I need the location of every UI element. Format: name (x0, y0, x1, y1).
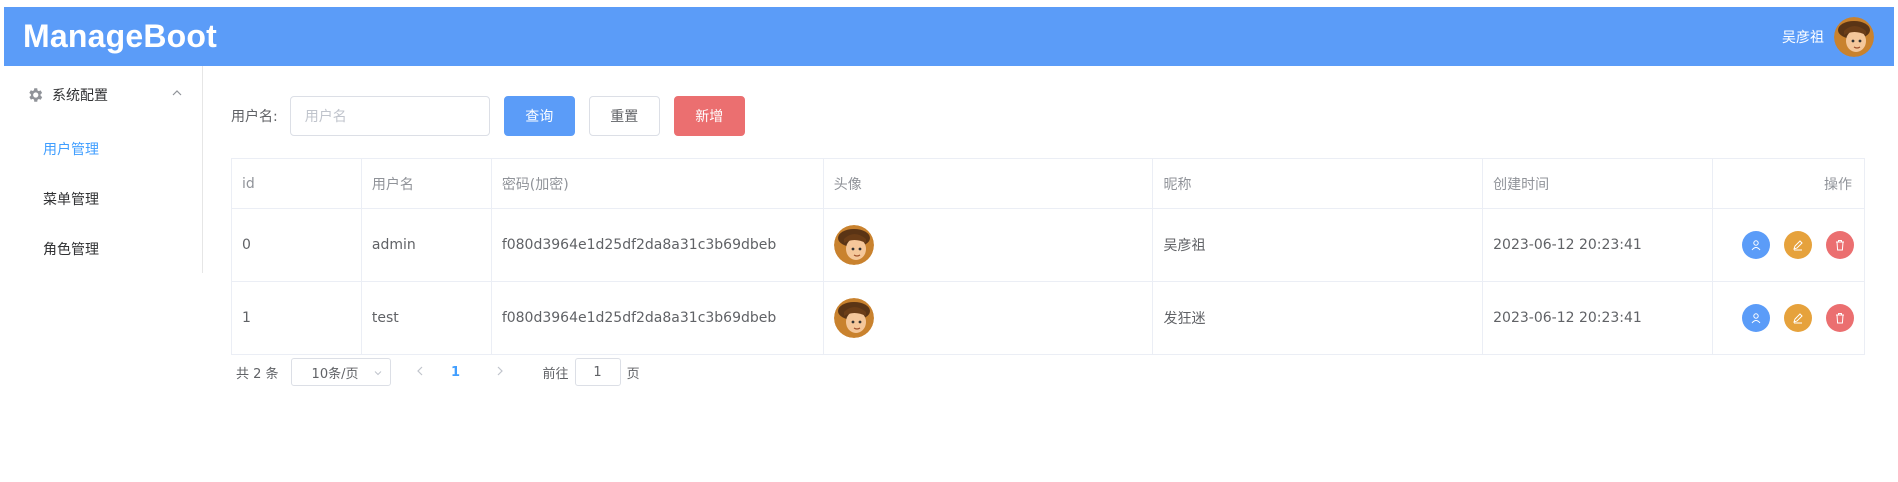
cell-username: test (360, 281, 492, 355)
page-number-current[interactable]: 1 (441, 365, 471, 380)
add-button[interactable]: 新增 (673, 96, 745, 136)
query-button[interactable]: 查询 (503, 96, 575, 136)
view-user-button[interactable] (1742, 304, 1770, 332)
pagination-total: 共 2 条 (236, 366, 279, 382)
column-header-created[interactable]: 创建时间 (1482, 158, 1713, 209)
main-content: 用户名: 用户名 查询 重置 新增 id 用户名 密码(加密) 头像 昵称 创建… (203, 66, 1894, 477)
row-avatar-image (833, 298, 874, 338)
sidebar-group-system-config[interactable]: 系统配置 (4, 66, 202, 124)
username-search-input[interactable]: 用户名 (289, 96, 490, 136)
chevron-left-icon (416, 366, 422, 375)
search-bar: 用户名: 用户名 查询 重置 新增 (231, 96, 1866, 136)
cell-password: f080d3964e1d25df2da8a31c3b69dbeb (490, 208, 824, 282)
sidebar-group-label: 系统配置 (52, 88, 108, 104)
username-label: 用户名: (231, 109, 278, 125)
user-icon (1751, 313, 1761, 324)
gear-icon (29, 88, 43, 102)
cell-password: f080d3964e1d25df2da8a31c3b69dbeb (490, 281, 824, 355)
cell-avatar (822, 281, 1154, 355)
row-avatar-image (833, 225, 874, 265)
sidebar-item-user-management[interactable]: 用户管理 (4, 124, 202, 174)
column-header-id[interactable]: id (231, 158, 362, 209)
delete-button[interactable] (1826, 304, 1854, 332)
edit-icon (1793, 313, 1803, 324)
goto-label: 前往 (542, 366, 569, 382)
sidebar: 系统配置 用户管理 菜单管理 角色管理 (4, 66, 203, 273)
user-icon (1751, 240, 1761, 251)
page-size-value: 10条/页 (311, 366, 359, 382)
cell-username: admin (360, 208, 492, 282)
column-header-avatar[interactable]: 头像 (822, 158, 1154, 209)
column-header-actions: 操作 (1711, 158, 1866, 209)
next-page-button[interactable] (485, 365, 515, 380)
sidebar-item-menu-management[interactable]: 菜单管理 (4, 174, 202, 224)
app-logo: ManageBoot (23, 18, 217, 54)
goto-page-input[interactable]: 1 (574, 358, 621, 386)
chevron-right-icon (497, 366, 503, 375)
edit-button[interactable] (1784, 231, 1812, 259)
cell-nickname: 吴彦祖 (1152, 208, 1484, 282)
delete-icon (1836, 313, 1844, 324)
cell-created: 2023-06-12 20:23:41 (1482, 281, 1713, 355)
prev-page-button[interactable] (405, 365, 435, 380)
top-header: ManageBoot 吴彦祖 (4, 7, 1894, 66)
view-user-button[interactable] (1742, 231, 1770, 259)
column-header-password[interactable]: 密码(加密) (490, 158, 824, 209)
goto-suffix: 页 (626, 366, 640, 382)
delete-icon (1836, 240, 1844, 251)
table-row: 0 admin f080d3964e1d25df2da8a31c3b69dbeb (231, 208, 1866, 282)
edit-button[interactable] (1784, 304, 1812, 332)
edit-icon (1793, 240, 1803, 251)
chevron-down-icon (374, 371, 381, 376)
cell-id: 0 (231, 208, 362, 282)
cell-actions (1711, 281, 1866, 355)
cell-id: 1 (231, 281, 362, 355)
user-avatar[interactable] (1834, 16, 1874, 57)
table-row: 1 test f080d3964e1d25df2da8a31c3b69dbeb (231, 281, 1866, 355)
user-menu[interactable]: 吴彦祖 (1782, 16, 1874, 57)
pagination: 共 2 条 10条/页 1 前往 1 页 (231, 357, 1866, 387)
cell-nickname: 发狂迷 (1152, 281, 1484, 355)
table-header-row: id 用户名 密码(加密) 头像 昵称 创建时间 操作 (231, 158, 1866, 209)
user-name[interactable]: 吴彦祖 (1782, 27, 1824, 47)
column-header-nickname[interactable]: 昵称 (1152, 158, 1484, 209)
column-header-username[interactable]: 用户名 (360, 158, 492, 209)
reset-button[interactable]: 重置 (588, 96, 660, 136)
page-size-select[interactable]: 10条/页 (290, 358, 391, 386)
cell-avatar (822, 208, 1154, 282)
cell-actions (1711, 208, 1866, 282)
cell-created: 2023-06-12 20:23:41 (1482, 208, 1713, 282)
user-table: id 用户名 密码(加密) 头像 昵称 创建时间 操作 0 admin f080… (231, 158, 1866, 355)
chevron-up-icon (172, 90, 182, 96)
sidebar-item-role-management[interactable]: 角色管理 (4, 224, 202, 274)
delete-button[interactable] (1826, 231, 1854, 259)
app-root: ManageBoot 吴彦祖 系统配置 用户管理 菜单管理 角色管理 用户名: … (4, 7, 1894, 477)
